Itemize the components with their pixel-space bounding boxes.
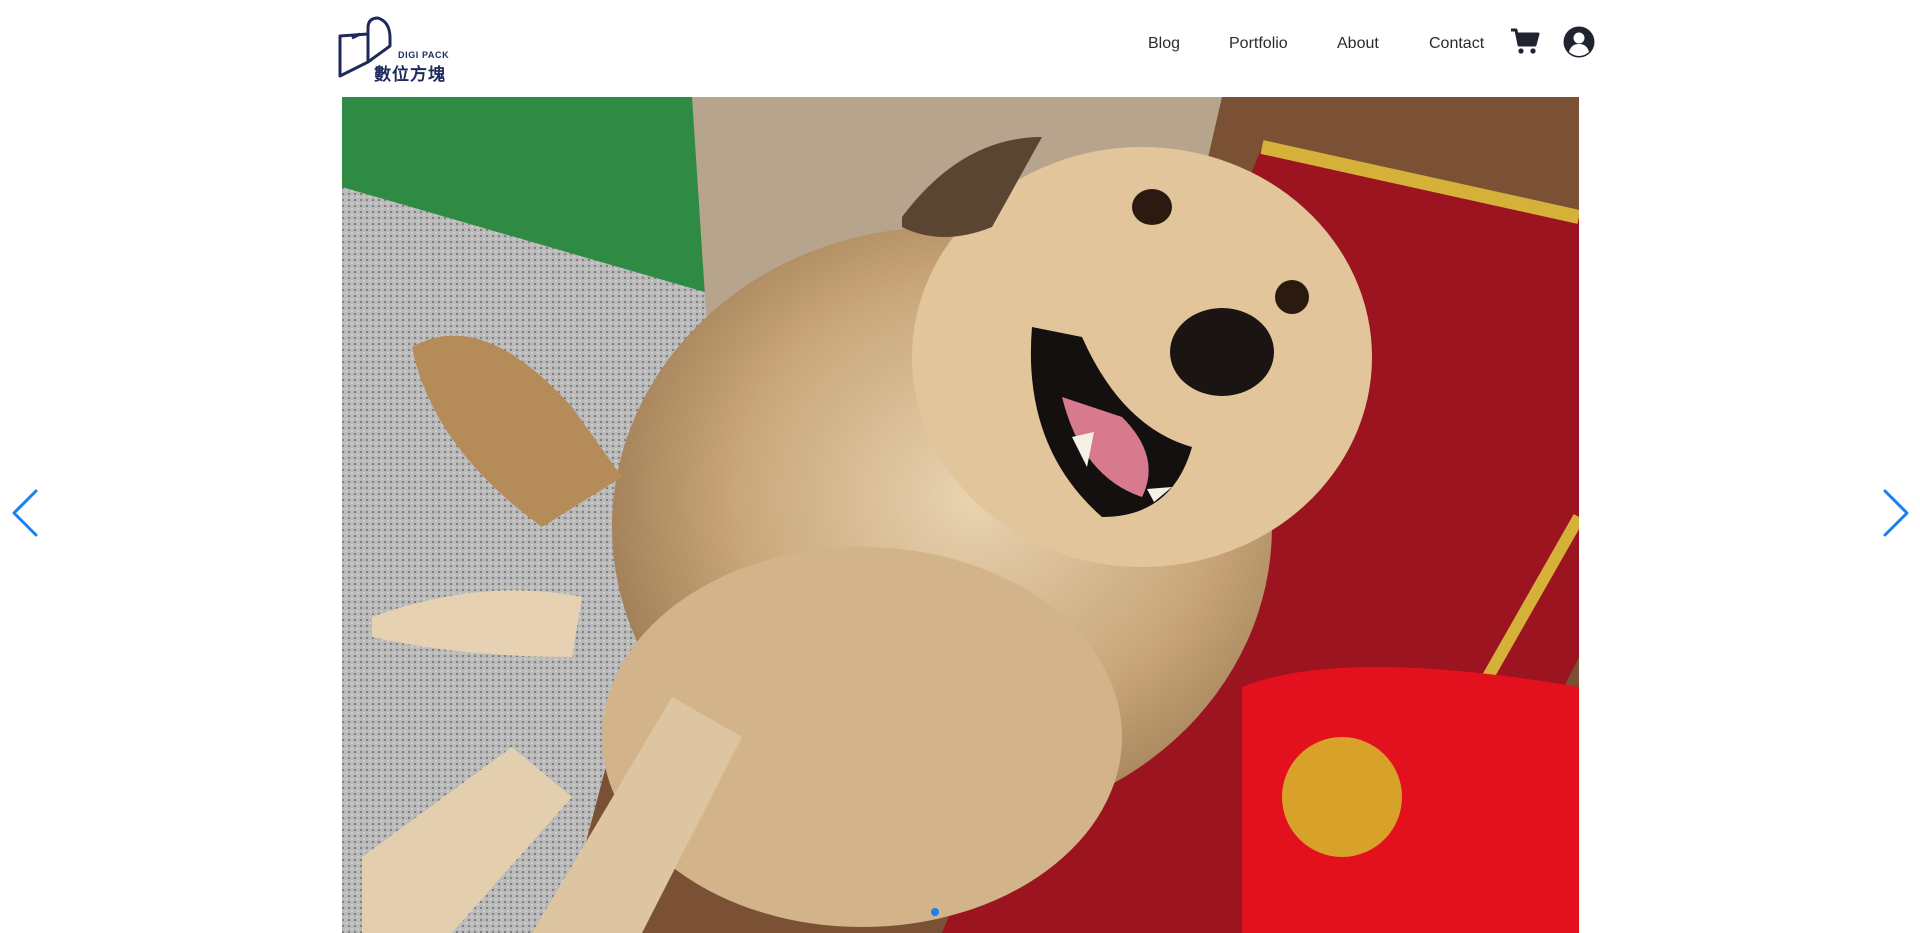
user-circle-icon[interactable] xyxy=(1563,26,1595,58)
nav-portfolio[interactable]: Portfolio xyxy=(1229,35,1288,53)
image-slider xyxy=(342,97,1579,933)
slide-photo-dog xyxy=(342,97,1579,933)
logo-text-en: DIGI PACK xyxy=(398,50,450,60)
site-logo[interactable]: DIGI PACK 數位方塊 xyxy=(338,16,453,84)
slide-indicator-dot[interactable] xyxy=(931,908,939,916)
shopping-cart-icon[interactable] xyxy=(1510,27,1540,55)
nav-contact[interactable]: Contact xyxy=(1429,35,1484,53)
nav-blog[interactable]: Blog xyxy=(1148,35,1180,53)
logo-text-zh: 數位方塊 xyxy=(374,65,446,84)
chevron-right-icon[interactable] xyxy=(1881,488,1911,538)
chevron-left-icon[interactable] xyxy=(10,488,40,538)
site-header: DIGI PACK 數位方塊 Blog Portfolio About Cont… xyxy=(0,0,1920,97)
nav-about[interactable]: About xyxy=(1337,35,1379,53)
